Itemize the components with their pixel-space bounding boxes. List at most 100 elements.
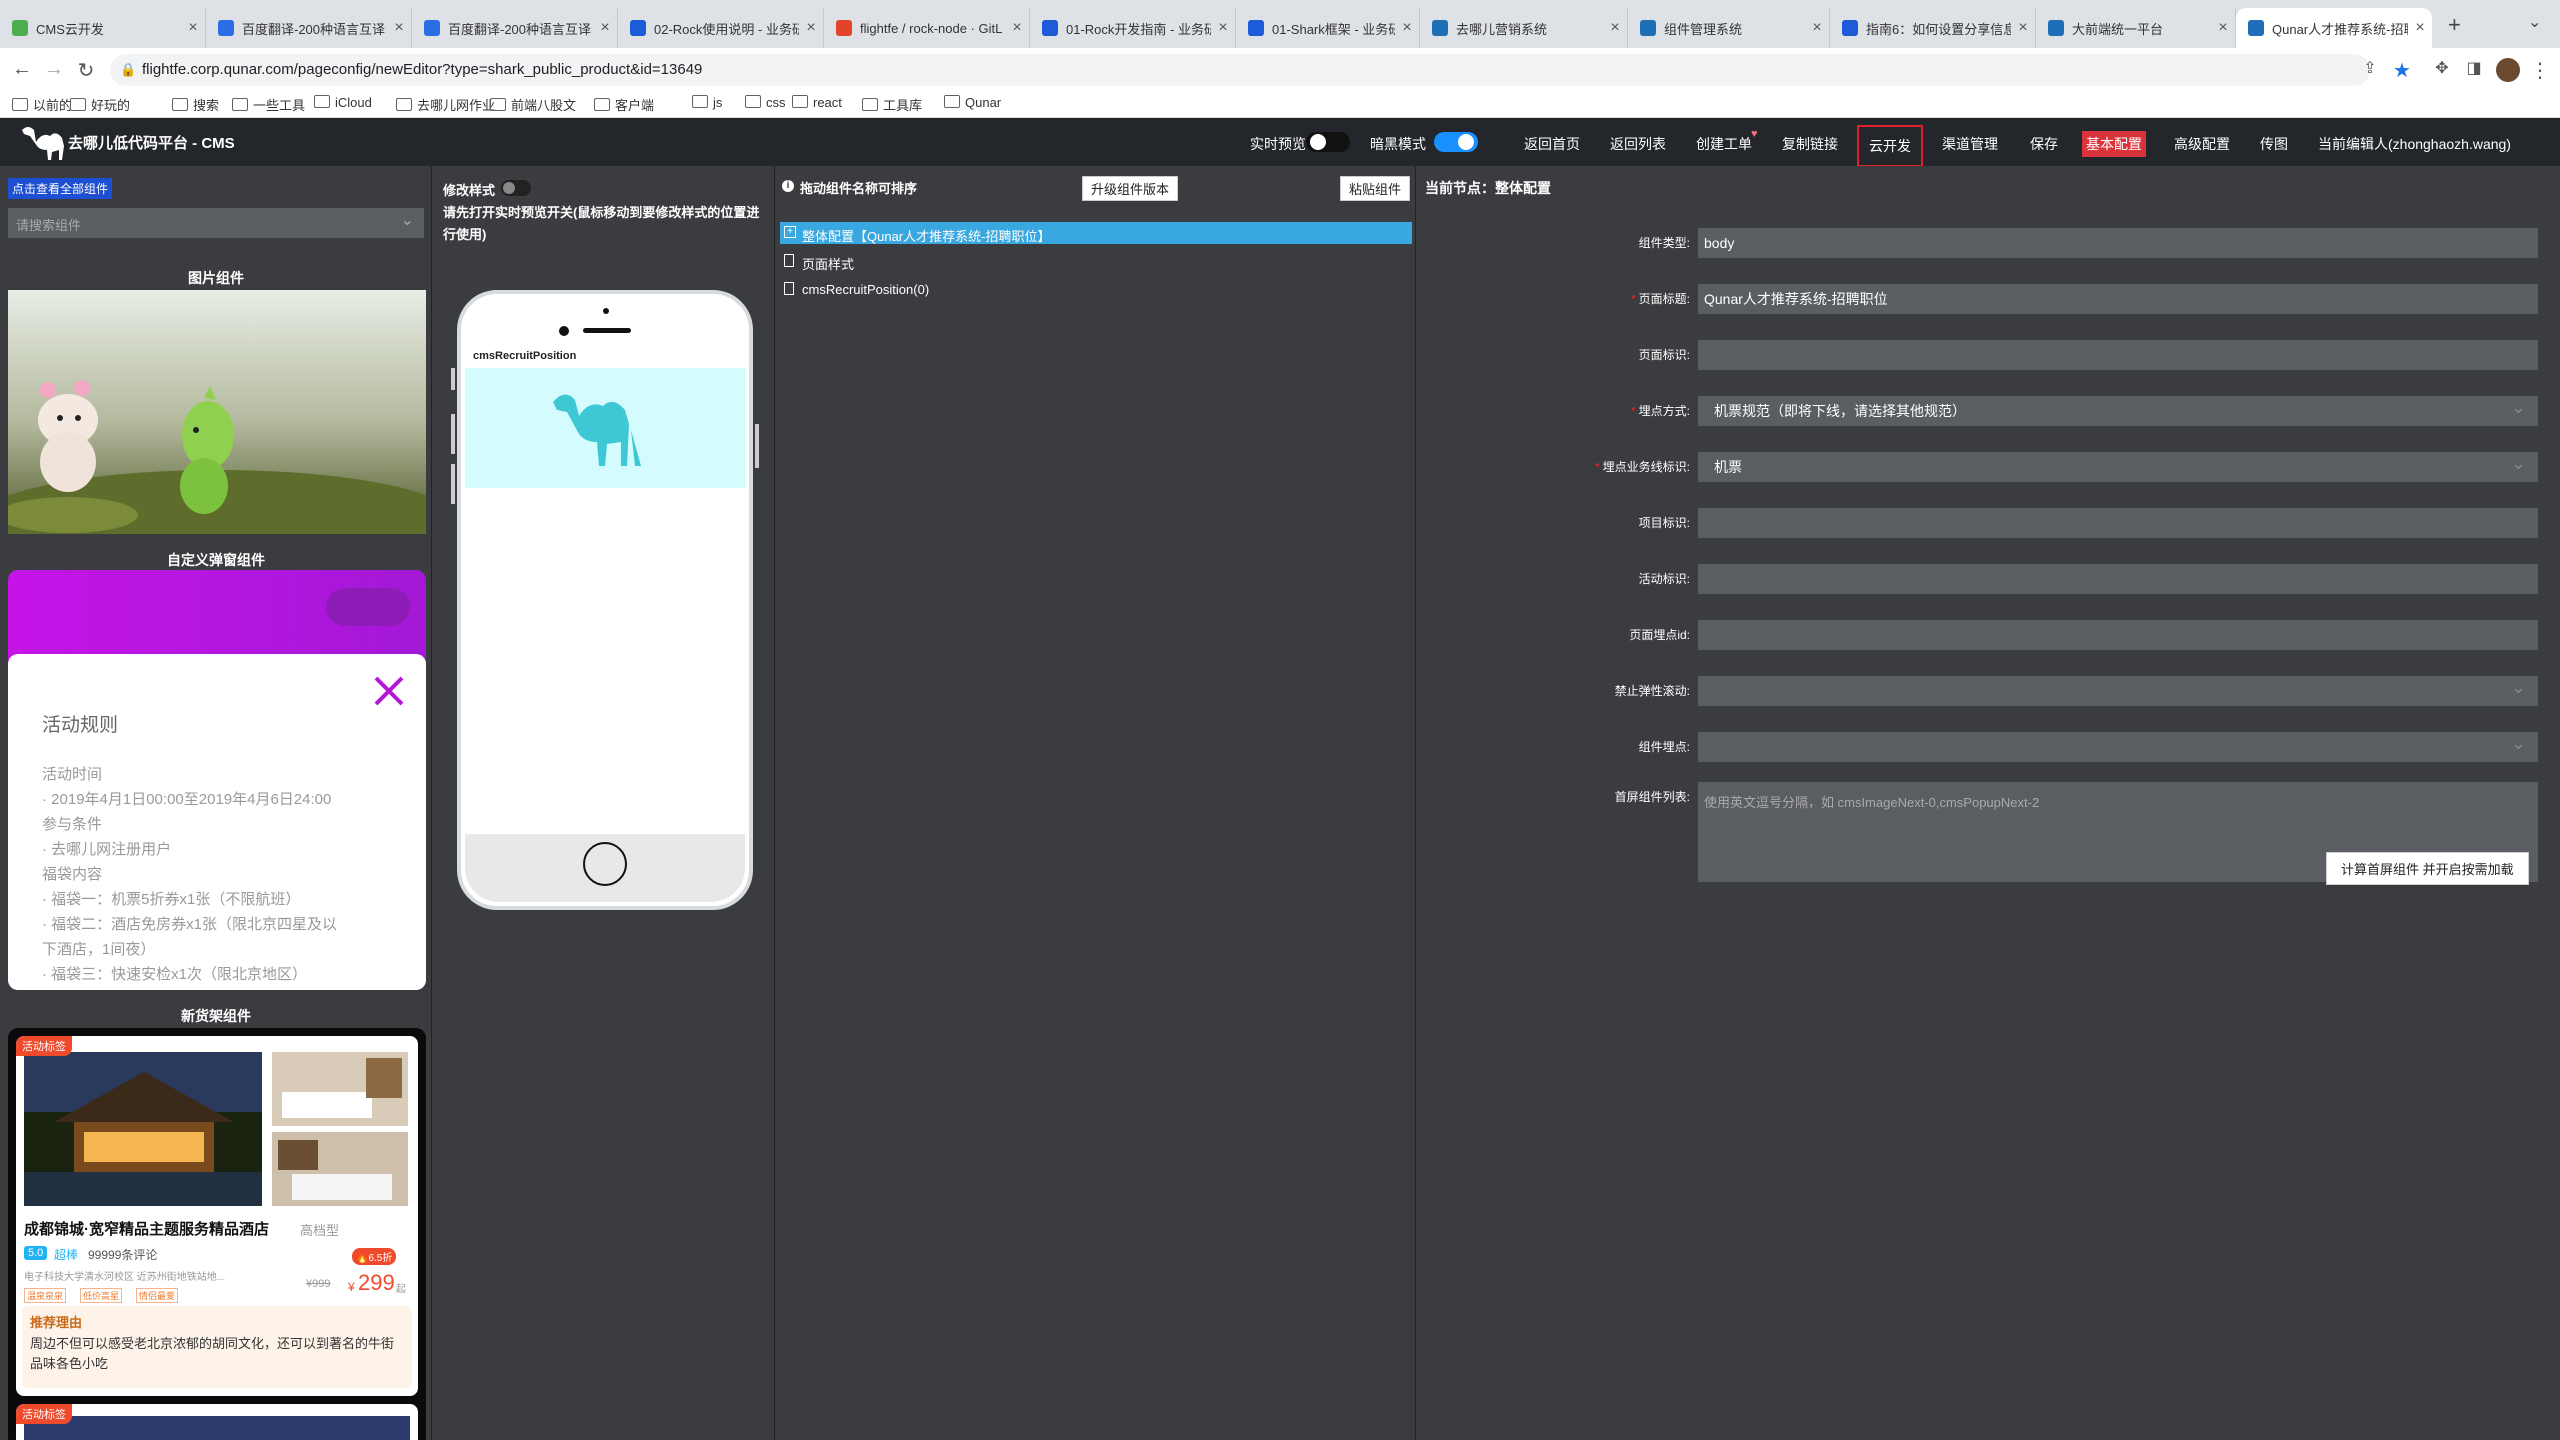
popup-rule-line: 下酒店，1间夜） [42, 941, 156, 958]
calc-first-screen-button[interactable]: 计算首屏组件 并开启按需加载 [2326, 852, 2529, 885]
image-component-preview[interactable] [8, 290, 426, 534]
nav-home[interactable]: 返回首页 [1524, 134, 1580, 154]
browser-tab[interactable]: 02-Rock使用说明 - 业务研 × [618, 8, 824, 48]
tab-favicon [424, 20, 440, 36]
browser-tab[interactable]: 组件管理系统 × [1628, 8, 1830, 48]
expand-icon[interactable]: + [784, 226, 796, 238]
nav-back-to-list[interactable]: 返回列表 [1610, 134, 1666, 154]
browser-tab[interactable]: 百度翻译-200种语言互译 × [206, 8, 412, 48]
view-all-components-button[interactable]: 点击查看全部组件 [8, 178, 113, 199]
close-tab-icon[interactable]: × [1005, 19, 1029, 37]
browser-tab[interactable]: 大前端统一平台 × [2036, 8, 2236, 48]
browser-tab[interactable]: 01-Shark框架 - 业务研发× [1236, 8, 1420, 48]
close-tab-icon[interactable]: × [1211, 19, 1235, 37]
nav-cloud-dev[interactable]: 云开发 [1857, 125, 1923, 167]
tab-title: 百度翻译-200种语言互译 [242, 21, 386, 37]
close-tab-icon[interactable]: × [1805, 19, 1829, 37]
close-icon[interactable] [372, 674, 406, 708]
popup-component-preview[interactable]: 活动规则 活动时间 · 2019年4月1日00:00至2019年4月6日24:00… [8, 570, 426, 990]
browser-tab[interactable]: 指南6：如何设置分享信息 × [1830, 8, 2036, 48]
hotel-location: 电子科技大学清水河校区 近苏州街地铁站地... [24, 1272, 226, 1283]
close-tab-icon[interactable]: × [181, 19, 205, 37]
goods-component-preview[interactable]: 活动标签 成都锦城·宽窄精品主题服务精品酒店 高档型 5.0 超棒 99999条… [8, 1028, 426, 1440]
field-select[interactable]: 机票规范（即将下线，请选择其他规范） [1698, 392, 2538, 426]
phone-sensor [603, 308, 609, 314]
bookmark-item[interactable]: 一些工具 [232, 95, 305, 114]
field-label: * 埋点业务线标识: [1410, 458, 1690, 475]
nav-copy-link[interactable]: 复制链接 [1782, 134, 1838, 154]
star-icon[interactable]: ★ [2390, 58, 2414, 83]
nav-save[interactable]: 保存 [2030, 134, 2058, 154]
nav-channel-management[interactable]: 渠道管理 [1942, 134, 1998, 154]
phone-component-preview[interactable] [465, 368, 745, 488]
browser-address-bar: ← → ↻ 🔒 flightfe.corp.qunar.com/pageconf… [0, 48, 2560, 92]
sidepanel-icon[interactable]: ◨ [2462, 58, 2486, 78]
field-label-text: 页面标题: [1638, 292, 1690, 306]
new-tab-icon[interactable]: + [2448, 12, 2461, 38]
browser-tab[interactable]: 去哪儿营销系统 × [1420, 8, 1628, 48]
close-tab-icon[interactable]: × [387, 19, 411, 37]
field-input[interactable] [1698, 564, 2538, 594]
browser-tab[interactable]: flightfe / rock-node · GitL × [824, 8, 1030, 48]
browser-tab[interactable]: 百度翻译-200种语言互译 × [412, 8, 618, 48]
tab-search-icon[interactable]: ⌄ [2528, 12, 2541, 32]
nav-upload-image[interactable]: 传图 [2260, 134, 2288, 154]
field-input[interactable] [1698, 620, 2538, 650]
browser-tab[interactable]: 01-Rock开发指南 - 业务研 × [1030, 8, 1236, 48]
field-input[interactable]: Qunar人才推荐系统-招聘职位 [1698, 284, 2538, 314]
tree-node[interactable]: cmsRecruitPosition(0) [780, 278, 1412, 300]
dark-mode-toggle[interactable] [1434, 132, 1478, 152]
browser-tab[interactable]: CMS云开发 × [0, 8, 206, 48]
nav-advanced-config[interactable]: 高级配置 [2174, 134, 2230, 154]
bookmark-item[interactable]: iCloud [314, 95, 372, 110]
url-field[interactable]: 🔒 flightfe.corp.qunar.com/pageconfig/new… [110, 54, 2370, 86]
close-tab-icon[interactable]: × [2408, 19, 2432, 37]
field-select[interactable] [1698, 672, 2538, 706]
component-search-input[interactable]: 请搜索组件 ⌄ [8, 208, 424, 238]
bookmark-item[interactable]: 工具库 [862, 95, 922, 114]
bookmark-item[interactable]: react [792, 95, 842, 110]
menu-icon[interactable]: ⋮ [2528, 58, 2552, 83]
browser-tab[interactable]: Qunar人才推荐系统-招聘 × [2236, 8, 2432, 48]
tree-node[interactable]: 页面样式 [780, 250, 1412, 272]
nav-create-ticket[interactable]: 创建工单 [1696, 134, 1752, 154]
field-label: 组件埋点: [1410, 738, 1690, 755]
bookmark-item[interactable]: Qunar [944, 95, 1001, 110]
reload-icon[interactable]: ↻ [74, 58, 98, 83]
bookmark-item[interactable]: 好玩的 [70, 95, 130, 114]
bookmark-item[interactable]: css [745, 95, 786, 110]
component-library-panel: 点击查看全部组件 请搜索组件 ⌄ 图片组件 自定义弹窗组件 活动规则 活动时间 ·… [0, 166, 432, 1440]
back-icon[interactable]: ← [10, 58, 34, 81]
tree-node-selected[interactable]: + 整体配置【Qunar人才推荐系统-招聘职位】 [780, 222, 1412, 244]
bookmark-item[interactable]: js [692, 95, 722, 110]
bookmark-item[interactable]: 前端八股文 [490, 95, 576, 114]
profile-avatar[interactable] [2496, 58, 2520, 82]
close-tab-icon[interactable]: × [1395, 19, 1419, 37]
bookmark-item[interactable]: 搜索 [172, 95, 219, 114]
field-select[interactable]: 机票 [1698, 448, 2538, 482]
close-tab-icon[interactable]: × [2211, 19, 2235, 37]
field-select[interactable] [1698, 728, 2538, 762]
edit-style-toggle[interactable] [501, 180, 531, 196]
extensions-icon[interactable]: ✥ [2430, 58, 2454, 78]
bookmark-item[interactable]: 以前的 [12, 95, 72, 114]
field-input[interactable]: body [1698, 228, 2538, 258]
close-tab-icon[interactable]: × [1603, 19, 1627, 37]
forward-icon[interactable]: → [42, 58, 66, 81]
bookmark-item[interactable]: 去哪儿网作业 [396, 95, 495, 114]
camel-logo-icon [22, 127, 64, 160]
required-mark: * [1594, 460, 1600, 474]
bookmark-item[interactable]: 客户端 [594, 95, 654, 114]
field-input[interactable] [1698, 508, 2538, 538]
close-tab-icon[interactable]: × [2011, 19, 2035, 37]
upgrade-component-button[interactable]: 升级组件版本 [1082, 176, 1179, 201]
paste-component-button[interactable]: 粘贴组件 [1340, 176, 1411, 201]
url-text: flightfe.corp.qunar.com/pageconfig/newEd… [142, 61, 703, 78]
close-tab-icon[interactable]: × [593, 19, 617, 37]
realtime-preview-toggle[interactable] [1306, 132, 1350, 152]
nav-basic-config[interactable]: 基本配置 [2082, 131, 2146, 157]
share-icon[interactable]: ⇪ [2358, 58, 2382, 78]
field-input[interactable] [1698, 340, 2538, 370]
close-tab-icon[interactable]: × [799, 19, 823, 37]
tab-favicon [1842, 20, 1858, 36]
